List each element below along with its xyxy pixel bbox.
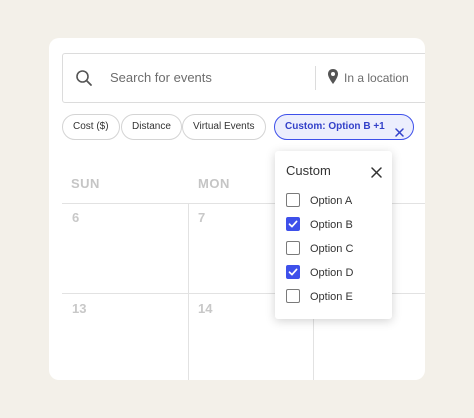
search-bar: Search for events In a location [62, 53, 425, 103]
filter-chip-cost[interactable]: Cost ($) [62, 114, 120, 140]
option-d-label: Option D [310, 267, 354, 279]
checkbox-option-b[interactable] [286, 217, 300, 231]
filter-chip-virtual-events[interactable]: Virtual Events [182, 114, 266, 140]
option-e-label: Option E [310, 291, 353, 303]
filter-chip-distance[interactable]: Distance [121, 114, 182, 140]
date-cell-14[interactable]: 14 [198, 301, 212, 316]
checkbox-option-e[interactable] [286, 289, 300, 303]
date-cell-7[interactable]: 7 [198, 210, 205, 225]
option-a-checkbox[interactable]: Option A [286, 192, 386, 210]
search-icon [75, 69, 93, 87]
filter-chip-cost-label: Cost ($) [73, 121, 109, 132]
day-header-sun: SUN [71, 176, 100, 191]
checkmark-icon [288, 220, 298, 228]
close-icon[interactable] [394, 123, 404, 137]
option-c-checkbox[interactable]: Option C [286, 240, 386, 258]
close-icon[interactable] [371, 165, 382, 178]
filter-chip-custom-label: Custom: Option B +1 [285, 121, 385, 132]
search-divider [315, 66, 316, 90]
checkmark-icon [288, 268, 298, 276]
filter-chip-custom[interactable]: Custom: Option B +1 [274, 114, 414, 140]
search-input[interactable]: Search for events [110, 69, 212, 87]
date-cell-13[interactable]: 13 [72, 301, 86, 316]
location-input[interactable]: In a location [344, 69, 409, 87]
map-pin-icon [327, 68, 339, 86]
option-d-checkbox[interactable]: Option D [286, 264, 386, 282]
custom-filter-dropdown: Custom Option A Option B Option C Option… [275, 151, 392, 319]
option-c-label: Option C [310, 243, 354, 255]
checkbox-option-d[interactable] [286, 265, 300, 279]
filter-chip-distance-label: Distance [132, 121, 171, 132]
option-b-checkbox[interactable]: Option B [286, 216, 386, 234]
calendar-grid-line [188, 203, 189, 380]
filter-chip-virtual-label: Virtual Events [193, 121, 255, 132]
option-e-checkbox[interactable]: Option E [286, 288, 386, 306]
checkbox-option-c[interactable] [286, 241, 300, 255]
dropdown-title: Custom [286, 163, 331, 178]
checkbox-option-a[interactable] [286, 193, 300, 207]
day-header-mon: MON [198, 176, 230, 191]
option-a-label: Option A [310, 195, 353, 207]
option-b-label: Option B [310, 219, 353, 231]
date-cell-6[interactable]: 6 [72, 210, 79, 225]
